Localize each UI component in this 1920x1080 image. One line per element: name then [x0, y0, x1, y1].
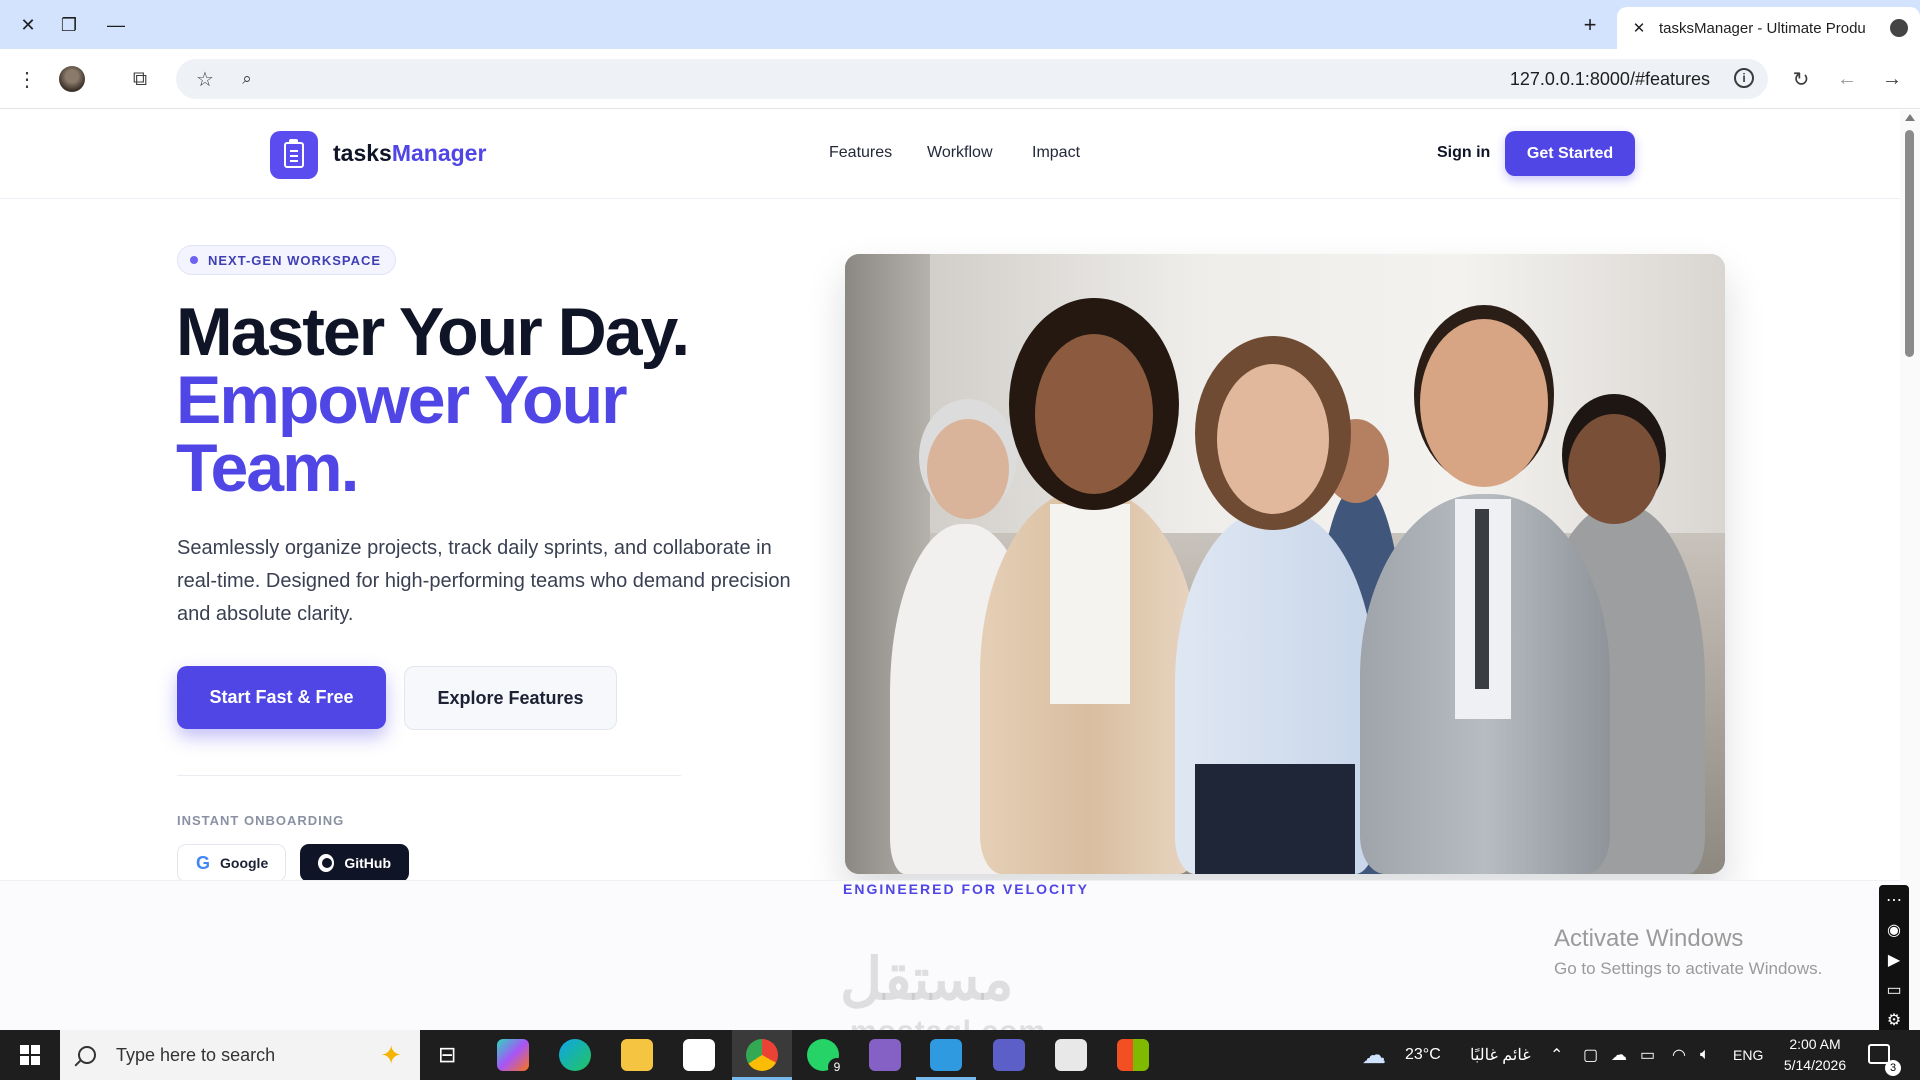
settings-icon[interactable]: ⚙: [1887, 1010, 1901, 1030]
whatsapp-badge: 9: [828, 1058, 846, 1076]
menu-dots-icon[interactable]: ⋮: [12, 64, 42, 94]
site-info-icon[interactable]: i: [1734, 68, 1754, 88]
system-clock[interactable]: 2:00 AM 5/14/2026: [1770, 1034, 1860, 1076]
watermark-logo: مستقل: [840, 947, 1014, 1012]
language-indicator[interactable]: ENG: [1733, 1030, 1763, 1080]
office-icon[interactable]: [1117, 1039, 1149, 1071]
google-signin-button[interactable]: G Google: [177, 844, 286, 882]
copilot-icon[interactable]: [497, 1039, 529, 1071]
search-placeholder: Type here to search: [116, 1044, 276, 1065]
windows-taskbar: Type here to search ✦ ⊟ 9 ☁ 23°C غائم غا…: [0, 1030, 1920, 1080]
clock-time: 2:00 AM: [1789, 1036, 1841, 1052]
reload-icon[interactable]: ↻: [1786, 64, 1816, 94]
github-label: GitHub: [344, 855, 391, 871]
headline-line-1: Master Your Day.: [176, 294, 690, 370]
virtualbox-icon[interactable]: [1055, 1039, 1087, 1071]
taskbar-search[interactable]: Type here to search ✦: [60, 1030, 420, 1080]
google-label: Google: [220, 855, 269, 871]
onboarding-label: INSTANT ONBOARDING: [177, 813, 345, 828]
more-icon[interactable]: ⋯: [1886, 890, 1902, 910]
brand-logo[interactable]: tasksManager: [333, 140, 486, 167]
headline-line-2: Empower Your: [176, 362, 628, 438]
minimize-window-icon[interactable]: —: [101, 10, 131, 40]
nav-link-impact[interactable]: Impact: [1032, 144, 1080, 162]
battery-icon[interactable]: ▭: [1640, 1030, 1655, 1080]
visual-studio-icon[interactable]: [869, 1039, 901, 1071]
badge-text: NEXT-GEN WORKSPACE: [208, 252, 382, 268]
github-signin-button[interactable]: GitHub: [300, 844, 409, 882]
hero-description: Seamlessly organize projects, track dail…: [177, 537, 791, 625]
clock-date: 5/14/2026: [1783, 1057, 1847, 1073]
url-text[interactable]: 127.0.0.1:8000/#features: [1510, 69, 1710, 90]
badge-dot-icon: [190, 256, 198, 264]
scroll-up-icon[interactable]: [1905, 114, 1915, 121]
globe-icon: [1890, 19, 1908, 37]
activate-subtitle: Go to Settings to activate Windows.: [1554, 959, 1823, 978]
tray-chevron-icon[interactable]: ⌃: [1550, 1030, 1563, 1080]
bookmark-star-icon[interactable]: ☆: [190, 64, 220, 94]
hero-team-photo: [845, 254, 1725, 874]
active-tab[interactable]: ✕ tasksManager - Ultimate Produ: [1617, 7, 1920, 49]
capture-toolbar: ⋯ ◉ ▶ ▭ ⚙: [1879, 885, 1909, 1035]
nav-link-workflow[interactable]: Workflow: [927, 144, 993, 162]
chrome-icon[interactable]: [746, 1039, 778, 1071]
close-tab-icon[interactable]: ✕: [1629, 19, 1649, 37]
nav-link-features[interactable]: Features: [829, 144, 892, 162]
weather-condition[interactable]: غائم غالبًا: [1470, 1030, 1531, 1080]
address-bar[interactable]: ☆ ⌕ 127.0.0.1:8000/#features i: [176, 59, 1768, 99]
hero-divider: [177, 775, 681, 776]
extensions-icon[interactable]: ⧉: [125, 64, 155, 94]
tray-app-icon[interactable]: ▢: [1583, 1030, 1598, 1080]
notification-icon[interactable]: [1868, 1044, 1890, 1064]
sign-in-link[interactable]: Sign in: [1437, 144, 1490, 162]
restore-window-icon[interactable]: ❐: [54, 10, 84, 40]
edge-icon[interactable]: [559, 1039, 591, 1071]
back-icon[interactable]: ←: [1832, 64, 1862, 94]
tab-title: tasksManager - Ultimate Produ: [1659, 19, 1866, 37]
new-tab-button[interactable]: +: [1575, 10, 1605, 40]
teams-icon[interactable]: [993, 1039, 1025, 1071]
clipboard-logo-icon[interactable]: [270, 131, 318, 179]
store-icon[interactable]: [683, 1039, 715, 1071]
volume-icon[interactable]: 🔈︎: [1700, 1030, 1710, 1080]
close-window-icon[interactable]: ✕: [13, 10, 43, 40]
task-view-icon[interactable]: ⊟: [438, 1030, 456, 1080]
headline-line-3: Team.: [176, 430, 359, 506]
google-icon: G: [196, 852, 211, 873]
site-navbar: tasksManager Features Workflow Impact Si…: [0, 110, 1900, 199]
file-explorer-icon[interactable]: [621, 1039, 653, 1071]
section-eyebrow: ENGINEERED FOR VELOCITY: [843, 881, 1089, 897]
profile-avatar[interactable]: [59, 66, 85, 92]
onedrive-icon[interactable]: ☁: [1611, 1030, 1627, 1080]
wifi-icon[interactable]: ◠: [1672, 1030, 1686, 1080]
hero-headline: Master Your Day. Empower Your Team.: [176, 294, 690, 506]
explore-features-button[interactable]: Explore Features: [404, 666, 617, 730]
zoom-search-icon[interactable]: ⌕: [232, 64, 262, 94]
hero-badge: NEXT-GEN WORKSPACE: [177, 245, 397, 275]
window-icon[interactable]: ▭: [1886, 980, 1901, 1000]
get-started-button[interactable]: Get Started: [1505, 131, 1635, 176]
copilot-sparkle-icon[interactable]: ✦: [380, 1040, 402, 1071]
weather-temp[interactable]: 23°C: [1405, 1030, 1441, 1080]
activate-windows-notice: Activate Windows Go to Settings to activ…: [1554, 925, 1822, 979]
start-free-button[interactable]: Start Fast & Free: [177, 666, 386, 729]
github-icon: [318, 854, 335, 872]
forward-icon[interactable]: →: [1877, 64, 1907, 94]
vscode-icon[interactable]: [930, 1039, 962, 1071]
video-icon[interactable]: ▶: [1888, 950, 1900, 970]
notification-count: 3: [1885, 1060, 1901, 1076]
start-button[interactable]: [0, 1030, 60, 1080]
browser-tab-bar: ✕ ❐ — + ✕ tasksManager - Ultimate Produ: [0, 0, 1920, 49]
activate-title: Activate Windows: [1554, 925, 1744, 952]
camera-icon[interactable]: ◉: [1887, 920, 1901, 940]
weather-icon[interactable]: ☁: [1362, 1030, 1386, 1080]
windows-logo-icon: [20, 1045, 40, 1065]
scroll-thumb[interactable]: [1905, 130, 1914, 357]
search-icon: [78, 1046, 96, 1064]
